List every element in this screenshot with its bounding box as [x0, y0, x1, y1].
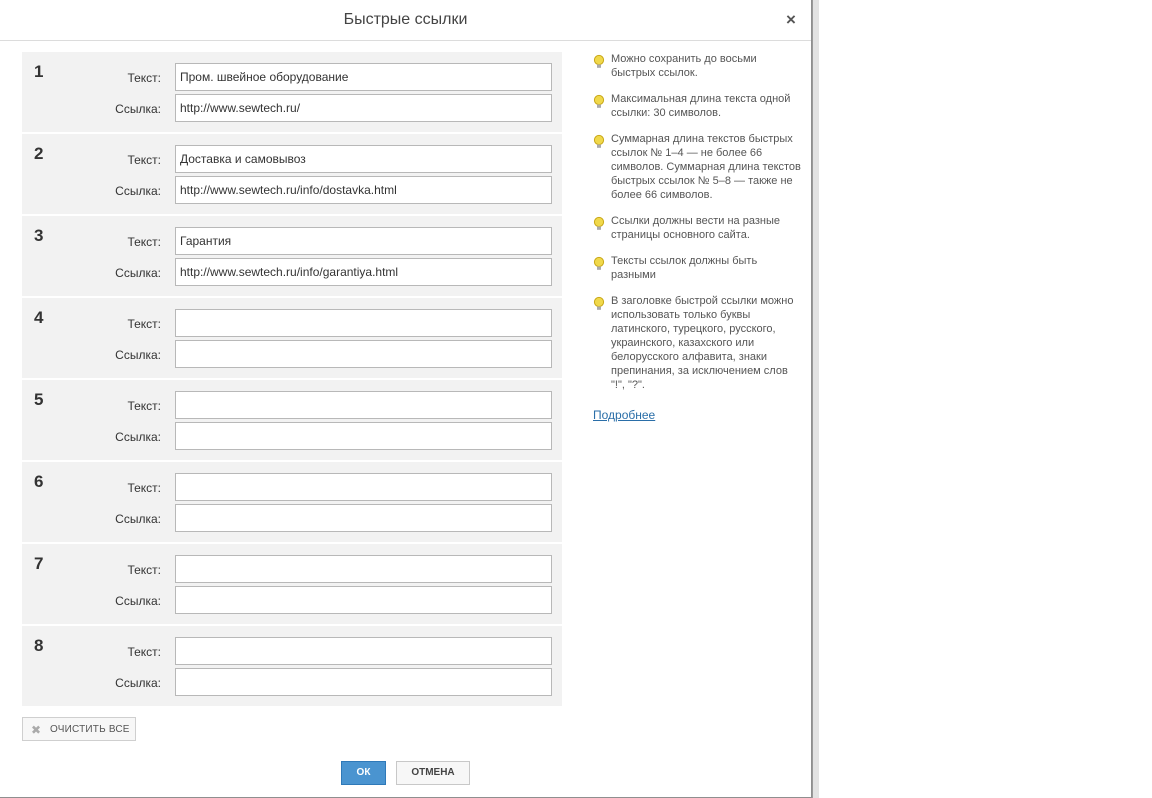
- hint-text: Тексты ссылок должны быть разными: [611, 255, 758, 281]
- quick-links-dialog: Быстрые ссылки × 1 Текст: Ссылка: 2 Текс…: [0, 0, 812, 798]
- dialog-header: Быстрые ссылки ×: [0, 0, 811, 41]
- text-label: Текст:: [127, 563, 161, 577]
- clear-all-label: ОЧИСТИТЬ ВСЕ: [50, 724, 130, 735]
- link-label: Ссылка:: [115, 348, 161, 362]
- link-block-5: 5 Текст: Ссылка:: [22, 380, 562, 460]
- link-label: Ссылка:: [115, 594, 161, 608]
- text-label: Текст:: [127, 645, 161, 659]
- link-number: 8: [34, 636, 44, 655]
- link-block-3: 3 Текст: Ссылка:: [22, 216, 562, 296]
- lightbulb-icon: [593, 256, 605, 270]
- text-label: Текст:: [127, 399, 161, 413]
- hint-text: Максимальная длина текста одной ссылки: …: [611, 93, 791, 119]
- text-label: Текст:: [127, 481, 161, 495]
- hint-text: Ссылки должны вести на разные страницы о…: [611, 215, 780, 241]
- link-label: Ссылка:: [115, 676, 161, 690]
- hint-text: Суммарная длина текстов быстрых ссылок №…: [611, 133, 801, 201]
- link-text-input-2[interactable]: [175, 145, 552, 173]
- lightbulb-icon: [593, 54, 605, 68]
- text-label: Текст:: [127, 153, 161, 167]
- link-number: 3: [34, 226, 44, 245]
- ok-button[interactable]: ОК: [341, 761, 386, 785]
- link-number: 6: [34, 472, 44, 491]
- link-block-7: 7 Текст: Ссылка:: [22, 544, 562, 624]
- link-text-input-4[interactable]: [175, 309, 552, 337]
- link-text-input-3[interactable]: [175, 227, 552, 255]
- link-number: 2: [34, 144, 44, 163]
- lightbulb-icon: [593, 94, 605, 108]
- link-url-input-6[interactable]: [175, 504, 552, 532]
- link-number: 4: [34, 308, 44, 327]
- page-backdrop: [812, 0, 1152, 798]
- hint-text: В заголовке быстрой ссылки можно использ…: [611, 295, 794, 391]
- link-block-6: 6 Текст: Ссылка:: [22, 462, 562, 542]
- link-block-1: 1 Текст: Ссылка:: [22, 52, 562, 132]
- link-label: Ссылка:: [115, 266, 161, 280]
- close-icon: ✖: [31, 723, 42, 737]
- link-label: Ссылка:: [115, 512, 161, 526]
- link-url-input-5[interactable]: [175, 422, 552, 450]
- link-url-input-3[interactable]: [175, 258, 552, 286]
- link-label: Ссылка:: [115, 184, 161, 198]
- lightbulb-icon: [593, 216, 605, 230]
- link-text-input-6[interactable]: [175, 473, 552, 501]
- text-label: Текст:: [127, 71, 161, 85]
- text-label: Текст:: [127, 317, 161, 331]
- link-block-4: 4 Текст: Ссылка:: [22, 298, 562, 378]
- link-url-input-8[interactable]: [175, 668, 552, 696]
- link-url-input-4[interactable]: [175, 340, 552, 368]
- backdrop-scrollbar-edge: [812, 0, 819, 798]
- link-label: Ссылка:: [115, 430, 161, 444]
- clear-all-button[interactable]: ✖ ОЧИСТИТЬ ВСЕ: [22, 717, 136, 741]
- link-url-input-2[interactable]: [175, 176, 552, 204]
- link-block-2: 2 Текст: Ссылка:: [22, 134, 562, 214]
- link-block-8: 8 Текст: Ссылка:: [22, 626, 562, 706]
- lightbulb-icon: [593, 296, 605, 310]
- lightbulb-icon: [593, 134, 605, 148]
- text-label: Текст:: [127, 235, 161, 249]
- link-number: 1: [34, 62, 44, 81]
- close-icon[interactable]: ×: [783, 10, 799, 30]
- dialog-title: Быстрые ссылки: [343, 11, 468, 28]
- more-details-link[interactable]: Подробнее: [593, 408, 655, 422]
- link-number: 7: [34, 554, 44, 573]
- link-url-input-1[interactable]: [175, 94, 552, 122]
- link-text-input-8[interactable]: [175, 637, 552, 665]
- hint-text: Можно сохранить до восьми быстрых ссылок…: [611, 53, 757, 79]
- link-text-input-5[interactable]: [175, 391, 552, 419]
- link-label: Ссылка:: [115, 102, 161, 116]
- link-url-input-7[interactable]: [175, 586, 552, 614]
- link-text-input-1[interactable]: [175, 63, 552, 91]
- cancel-button[interactable]: ОТМЕНА: [396, 761, 470, 785]
- link-text-input-7[interactable]: [175, 555, 552, 583]
- link-number: 5: [34, 390, 44, 409]
